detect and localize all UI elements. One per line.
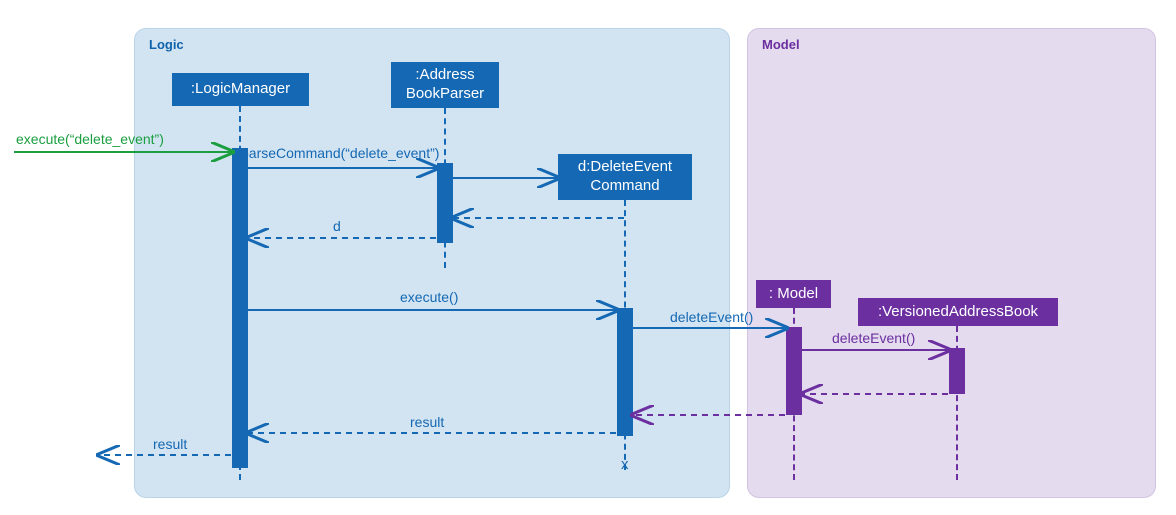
msg-result-1-label: result	[410, 414, 444, 430]
sequence-diagram: Logic Model :LogicManager :Address BookP…	[0, 0, 1176, 515]
destroy-marker: x	[621, 456, 629, 473]
msg-delete-event-1-label: deleteEvent()	[670, 309, 753, 325]
msg-parse-command-label: parseCommand(“delete_event”)	[241, 145, 439, 161]
msg-result-2-label: result	[153, 436, 187, 452]
msg-return-d-label: d	[333, 218, 341, 234]
msg-execute-label: execute()	[400, 289, 458, 305]
msg-execute-in-label: execute(“delete_event”)	[16, 131, 164, 147]
msg-delete-event-2-label: deleteEvent()	[832, 330, 915, 346]
